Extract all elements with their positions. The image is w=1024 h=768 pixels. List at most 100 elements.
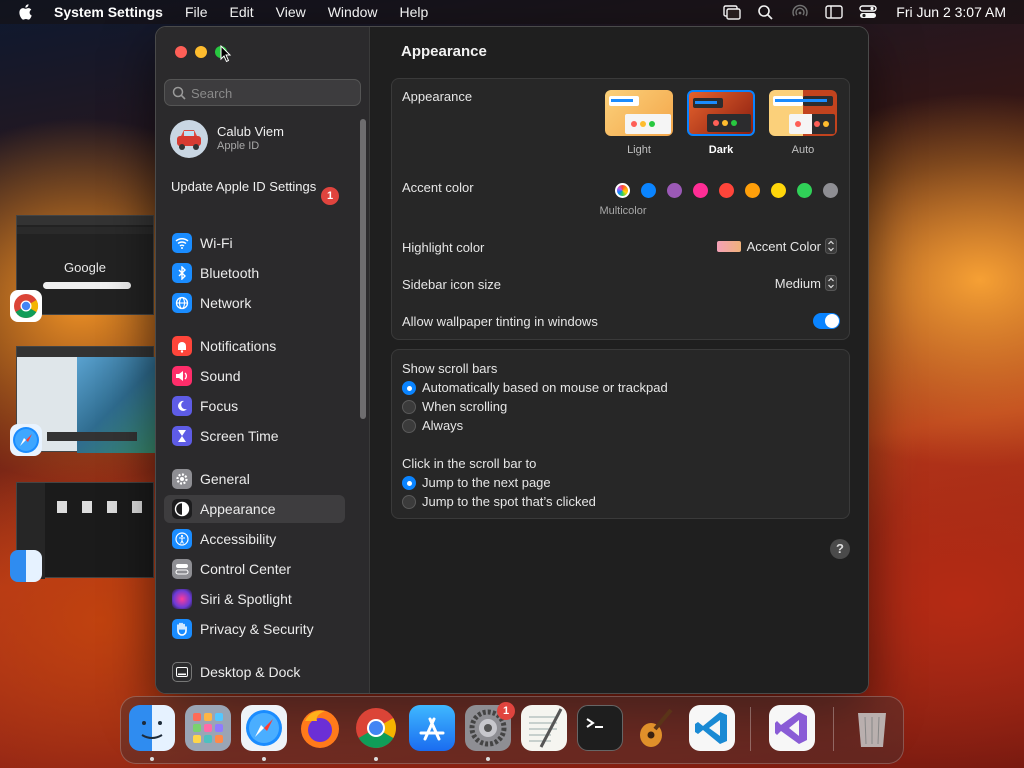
sidebar-item-label: Desktop & Dock [200, 664, 301, 680]
click-next-page-radio[interactable] [402, 476, 416, 490]
help-button[interactable]: ? [830, 539, 850, 559]
sidebar-list-icon[interactable] [824, 4, 844, 20]
sidebar-icon-size-popup[interactable]: Medium [775, 275, 837, 291]
mock-dot [631, 121, 637, 127]
gear-icon [172, 469, 192, 489]
dock-finder-icon[interactable] [129, 705, 175, 751]
safari-app-icon[interactable] [10, 424, 42, 456]
spotlight-search-icon[interactable] [756, 4, 776, 20]
update-apple-id-settings[interactable]: Update Apple ID Settings [171, 179, 321, 195]
accent-green-swatch[interactable] [797, 183, 812, 198]
sidebar-item-appearance[interactable]: Appearance [164, 495, 345, 523]
dock-terminal-icon[interactable] [577, 705, 623, 751]
dock-icon [172, 662, 192, 682]
search-input[interactable] [191, 83, 351, 103]
dock-vscode-icon[interactable] [689, 705, 735, 751]
apple-id-profile[interactable]: Calub Viem Apple ID [170, 119, 360, 159]
sidebar-item-siri-spotlight[interactable]: Siri & Spotlight [164, 585, 345, 613]
dock-textedit-icon[interactable] [521, 705, 567, 751]
sidebar-item-desktop-dock[interactable]: Desktop & Dock [164, 658, 345, 686]
chrome-app-icon[interactable] [10, 290, 42, 322]
accent-yellow-swatch[interactable] [771, 183, 786, 198]
sidebar-item-label: Accessibility [200, 531, 277, 547]
scroll-always-radio[interactable] [402, 419, 416, 433]
menu-window[interactable]: Window [328, 4, 378, 20]
dock-app-store-icon[interactable] [409, 705, 455, 751]
apple-menu-icon[interactable] [16, 2, 36, 22]
sidebar-item-label: Wi-Fi [200, 235, 233, 251]
finder-app-icon[interactable] [10, 550, 42, 582]
sidebar-item-label: Notifications [200, 338, 277, 354]
appearance-label: Appearance [402, 89, 473, 104]
sidebar-item-focus[interactable]: Focus [164, 392, 345, 420]
sidebar-item-network[interactable]: Network [164, 289, 345, 317]
sidebar-item-label: Appearance [200, 501, 276, 517]
mock-accent-bar [775, 99, 827, 102]
file-icon [57, 501, 67, 513]
dock-chrome-icon[interactable] [353, 705, 399, 751]
sidebar-item-label: Siri & Spotlight [200, 591, 292, 607]
accent-orange-swatch[interactable] [745, 183, 760, 198]
appearance-icon [172, 499, 192, 519]
mode-auto-thumbnail[interactable] [769, 90, 837, 136]
sidebar-item-sound[interactable]: Sound [164, 362, 345, 390]
accent-multicolor-swatch[interactable] [615, 183, 630, 198]
dock-safari-icon[interactable] [241, 705, 287, 751]
wallpaper-tinting-toggle[interactable] [813, 313, 840, 329]
appearance-settings-card: Appearance Light Dark Auto Accent color … [391, 78, 850, 340]
accessibility-icon [172, 529, 192, 549]
accent-blue-swatch[interactable] [641, 183, 656, 198]
chevron-up-down-icon [825, 275, 837, 291]
scroll-when-scrolling-label: When scrolling [422, 399, 508, 414]
dock-trash-icon[interactable] [849, 705, 895, 751]
sidebar-item-label: Network [200, 295, 252, 311]
accent-pink-swatch[interactable] [693, 183, 708, 198]
sidebar-item-control-center[interactable]: Control Center [164, 555, 345, 583]
menu-clock[interactable]: Fri Jun 2 3:07 AM [896, 4, 1006, 20]
wallpaper-tinting-label: Allow wallpaper tinting in windows [402, 314, 598, 329]
accent-red-swatch[interactable] [719, 183, 734, 198]
menu-edit[interactable]: Edit [230, 4, 254, 20]
safari-toolbar [17, 347, 153, 357]
sidebar-item-wifi[interactable]: Wi-Fi [164, 229, 345, 257]
minimize-button[interactable] [195, 46, 207, 58]
click-spot-radio[interactable] [402, 495, 416, 509]
scroll-when-scrolling-radio[interactable] [402, 400, 416, 414]
dock: 1 [120, 696, 904, 764]
dock-visual-studio-icon[interactable] [769, 705, 815, 751]
sidebar-item-accessibility[interactable]: Accessibility [164, 525, 345, 553]
dock-firefox-icon[interactable] [297, 705, 343, 751]
highlight-color-popup[interactable]: Accent Color [716, 238, 837, 254]
profile-subtitle: Apple ID [217, 140, 260, 152]
dock-garageband-icon[interactable] [633, 705, 679, 751]
menu-view[interactable]: View [276, 4, 306, 20]
sidebar-scrollbar[interactable] [360, 119, 366, 419]
mode-light-thumbnail[interactable] [605, 90, 673, 136]
close-button[interactable] [175, 46, 187, 58]
menu-help[interactable]: Help [400, 4, 429, 20]
show-scroll-bars-label: Show scroll bars [402, 361, 498, 376]
screen-mirroring-icon[interactable] [722, 4, 742, 20]
search-field[interactable] [164, 79, 361, 106]
sidebar-item-general[interactable]: General [164, 465, 345, 493]
airdrop-icon[interactable] [790, 4, 810, 20]
control-center-icon[interactable] [858, 4, 878, 20]
mode-dark-thumbnail[interactable] [687, 90, 755, 136]
menu-app-name[interactable]: System Settings [54, 4, 163, 20]
avatar [170, 120, 208, 158]
sidebar-item-label: Bluetooth [200, 265, 260, 281]
click-spot-label: Jump to the spot that’s clicked [422, 494, 596, 509]
menu-file[interactable]: File [185, 4, 208, 20]
accent-graphite-swatch[interactable] [823, 183, 838, 198]
mock-dot [814, 121, 820, 127]
browser-toolbar [17, 227, 153, 234]
click-next-page-label: Jump to the next page [422, 475, 551, 490]
dock-launchpad-icon[interactable] [185, 705, 231, 751]
sidebar-item-notifications[interactable]: Notifications [164, 332, 345, 360]
sidebar-item-bluetooth[interactable]: Bluetooth [164, 259, 345, 287]
accent-purple-swatch[interactable] [667, 183, 682, 198]
sidebar-item-screen-time[interactable]: Screen Time [164, 422, 345, 450]
scroll-auto-radio[interactable] [402, 381, 416, 395]
highlight-swatch [716, 240, 741, 252]
sidebar-item-privacy-security[interactable]: Privacy & Security [164, 615, 345, 643]
